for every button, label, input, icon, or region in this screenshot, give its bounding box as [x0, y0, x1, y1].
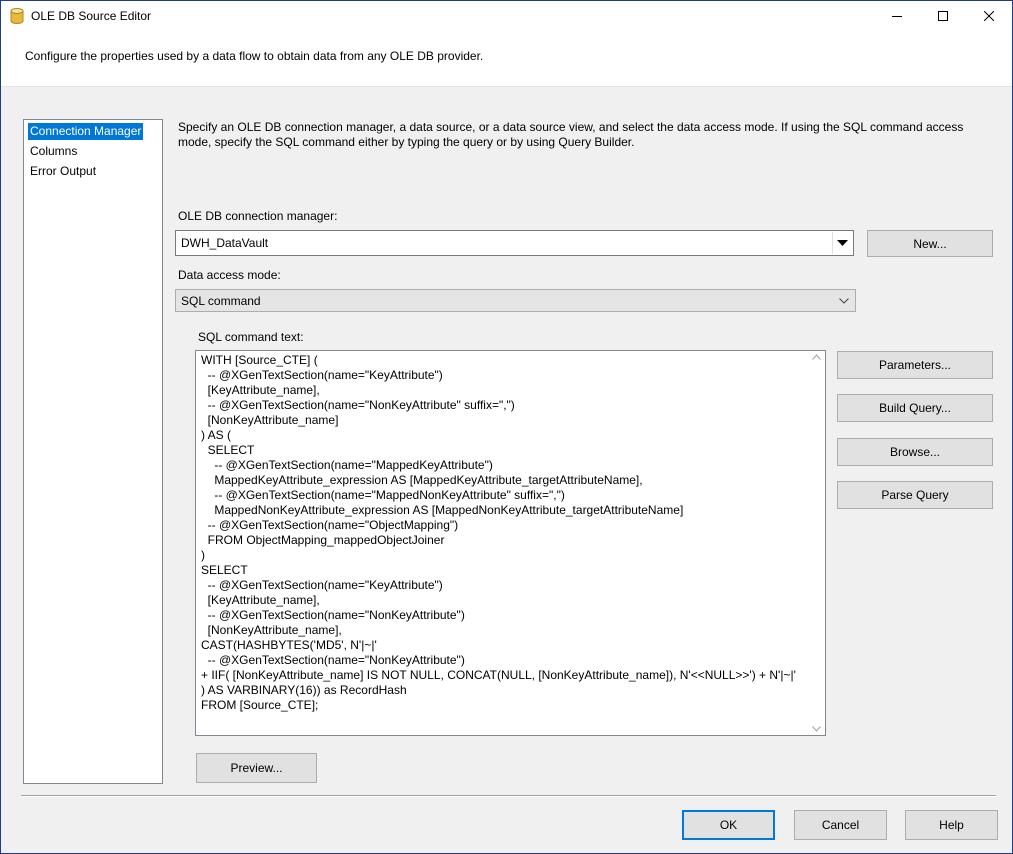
cancel-button[interactable]: Cancel — [794, 810, 887, 840]
sql-vertical-scrollbar[interactable] — [808, 351, 825, 735]
close-icon — [984, 11, 994, 21]
page-navigation-list: Connection Manager Columns Error Output — [23, 119, 163, 784]
scroll-down-icon[interactable] — [812, 726, 821, 732]
build-query-button[interactable]: Build Query... — [837, 394, 993, 422]
chevron-down-icon — [839, 297, 849, 304]
dialog-description: Configure the properties used by a data … — [25, 49, 484, 63]
scroll-up-icon[interactable] — [812, 354, 821, 360]
sql-command-content: WITH [Source_CTE] ( -- @XGenTextSection(… — [201, 353, 796, 712]
nav-item-columns[interactable]: Columns — [28, 143, 79, 160]
dropdown-arrow-icon — [837, 239, 848, 246]
connection-dropdown-toggle[interactable] — [832, 232, 852, 254]
sql-command-textarea[interactable]: WITH [Source_CTE] ( -- @XGenTextSection(… — [195, 350, 826, 736]
nav-item-error-output[interactable]: Error Output — [28, 163, 98, 180]
new-connection-button[interactable]: New... — [867, 230, 993, 257]
maximize-icon — [938, 11, 948, 21]
data-access-mode-select[interactable]: SQL command — [175, 289, 856, 312]
connection-manager-value: DWH_DataVault — [181, 236, 269, 250]
access-mode-dropdown-toggle[interactable] — [834, 291, 854, 310]
connection-manager-help-text: Specify an OLE DB connection manager, a … — [178, 120, 964, 149]
database-icon — [10, 8, 24, 24]
ole-db-source-editor-window: OLE DB Source Editor Configure the prope… — [0, 0, 1013, 854]
data-access-mode-value: SQL command — [181, 294, 261, 308]
ok-button[interactable]: OK — [682, 810, 775, 840]
title-bar[interactable]: OLE DB Source Editor — [1, 1, 1012, 31]
window-title: OLE DB Source Editor — [31, 9, 152, 23]
minimize-icon — [892, 16, 902, 17]
connection-manager-combo[interactable]: DWH_DataVault — [175, 230, 854, 256]
connection-manager-label: OLE DB connection manager: — [178, 209, 338, 223]
parse-query-button[interactable]: Parse Query — [837, 481, 993, 509]
maximize-button[interactable] — [920, 1, 966, 31]
parameters-button[interactable]: Parameters... — [837, 351, 993, 379]
browse-button[interactable]: Browse... — [837, 438, 993, 466]
description-band: Configure the properties used by a data … — [1, 31, 1012, 87]
minimize-button[interactable] — [874, 1, 920, 31]
footer-separator — [21, 795, 996, 797]
data-access-mode-label: Data access mode: — [178, 268, 281, 282]
preview-button[interactable]: Preview... — [196, 753, 317, 783]
help-button[interactable]: Help — [905, 810, 998, 840]
sql-command-label: SQL command text: — [198, 330, 304, 344]
nav-item-connection-manager[interactable]: Connection Manager — [28, 123, 144, 140]
close-button[interactable] — [966, 1, 1012, 31]
